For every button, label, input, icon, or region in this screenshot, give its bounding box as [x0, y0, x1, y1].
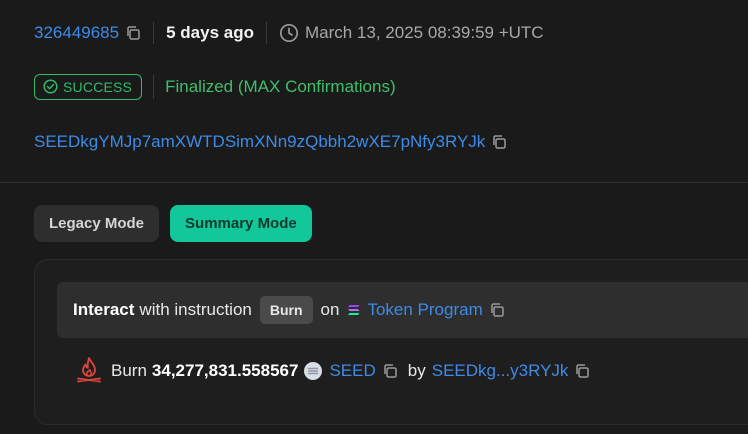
tx-age: 5 days ago: [166, 23, 254, 42]
owner-link[interactable]: SEEDkg...y3RYJk: [432, 361, 569, 381]
status-row: SUCCESS Finalized (MAX Confirmations): [34, 73, 396, 100]
copy-icon[interactable]: [489, 302, 505, 318]
divider: [265, 22, 267, 44]
instruction-name-tag: Burn: [259, 296, 313, 324]
token-logo-icon: [303, 361, 323, 381]
divider: [153, 74, 155, 99]
solana-icon: [347, 303, 361, 317]
signer-row: SEEDkgYMJp7amXWTDSimXNn9zQbbh2wXE7pNfy3R…: [34, 130, 507, 154]
program-link[interactable]: Token Program: [367, 300, 482, 320]
copy-icon[interactable]: [382, 363, 398, 379]
summary-mode-button[interactable]: Summary Mode: [170, 205, 312, 242]
slot-row: 326449685 5 days ago March 13, 2025 08:3…: [34, 20, 544, 46]
action-verb: Burn: [111, 361, 147, 380]
confirmation-status: Finalized (MAX Confirmations): [165, 76, 396, 96]
view-mode-toggle: Legacy Mode Summary Mode: [34, 205, 312, 242]
status-label: SUCCESS: [63, 78, 133, 95]
tx-timestamp: March 13, 2025 08:39:59 +UTC: [304, 23, 544, 42]
token-link[interactable]: SEED: [329, 361, 375, 381]
check-circle-icon: [43, 79, 58, 94]
clock-icon: [279, 23, 299, 43]
instruction-header: Interact with instruction Burn on Token …: [57, 282, 748, 338]
signer-link[interactable]: SEEDkgYMJp7amXWTDSimXNn9zQbbh2wXE7pNfy3R…: [34, 132, 485, 152]
slot-link[interactable]: 326449685: [34, 23, 119, 43]
instruction-card: Interact with instruction Burn on Token …: [34, 259, 748, 425]
burn-action-row: Burn 34,277,831.558567 SEED by SEEDkg...…: [73, 355, 590, 387]
divider: [153, 22, 155, 44]
by-label: by: [407, 361, 426, 380]
copy-icon[interactable]: [125, 25, 141, 41]
on-label: on: [320, 300, 340, 319]
burn-amount: 34,277,831.558567: [151, 361, 299, 380]
status-badge: SUCCESS: [34, 73, 143, 100]
copy-icon[interactable]: [574, 363, 590, 379]
legacy-mode-button[interactable]: Legacy Mode: [34, 205, 160, 242]
transaction-header: 326449685 5 days ago March 13, 2025 08:3…: [0, 0, 748, 183]
with-instruction-label: with instruction: [139, 300, 252, 319]
interact-label: Interact: [73, 300, 135, 319]
fire-icon: [73, 355, 105, 387]
copy-icon[interactable]: [491, 134, 507, 150]
